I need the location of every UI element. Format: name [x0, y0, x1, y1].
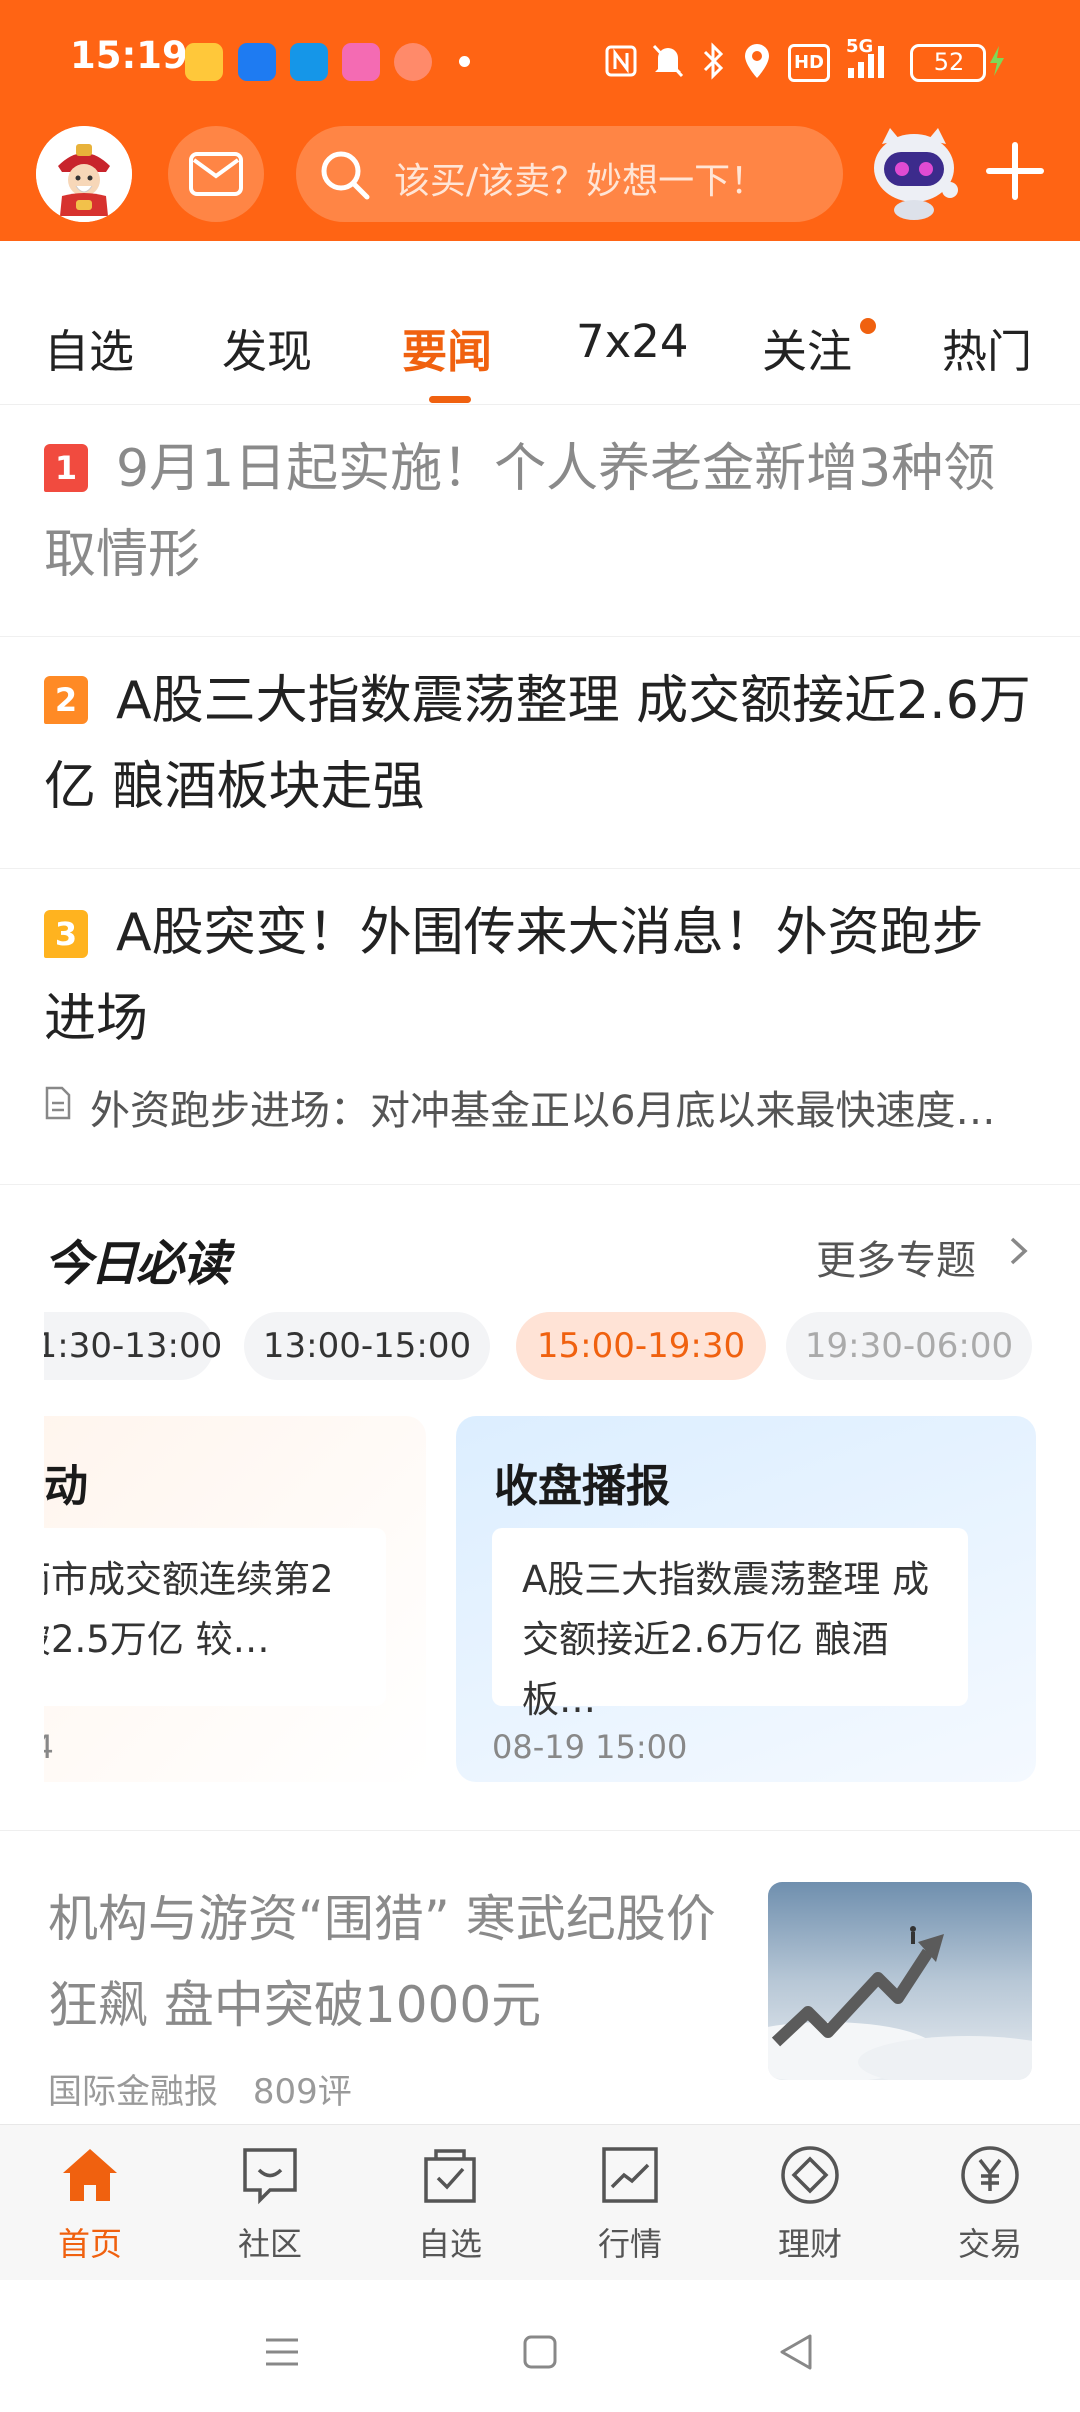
news-title: A股三大指数震荡整理 成交额接近2.6万亿 酿酒板块走强 — [44, 671, 1031, 817]
nav-watchlist[interactable]: 自选 — [360, 2125, 540, 2281]
more-topics-link[interactable]: 更多专题 — [816, 1228, 976, 1286]
search-bar[interactable]: 该买/该卖？妙想一下！ — [296, 126, 843, 222]
nfc-icon — [605, 45, 637, 77]
system-navigation-bar — [0, 2280, 1080, 2412]
search-placeholder: 该买/该卖？妙想一下！ — [394, 161, 767, 202]
news-item[interactable]: 3 A股突变！外围传来大消息！外资跑步进场 外资跑步进场：对冲基金正以6月底以来… — [0, 868, 1080, 1185]
article-thumbnail[interactable] — [768, 1882, 1032, 2080]
menu-icon[interactable] — [264, 2334, 300, 2370]
news-summary: 外资跑步进场：对冲基金正以6月底以来最快速度… — [90, 1088, 996, 1134]
robot-icon — [874, 128, 958, 220]
bottom-navigation: 首页 社区 自选 行情 理财 交易 — [0, 2124, 1080, 2281]
status-time: 15:19 — [70, 34, 188, 77]
time-chip-selected[interactable]: 15:00-19:30 — [516, 1312, 766, 1380]
must-read-cards: 盘中异动 沪深两市成交额连续第2日突破2.5万亿 较… 08-19 14 收盘播… — [44, 1416, 1036, 1782]
nav-label: 首页 — [57, 2225, 122, 2263]
messages-button[interactable] — [168, 126, 264, 222]
notification-app-icon — [342, 43, 380, 81]
chevron-right-icon[interactable] — [1006, 1236, 1032, 1266]
battery-level: 52 — [933, 48, 965, 76]
article-meta: 国际金融报 809评 — [48, 2064, 352, 2113]
article-comments: 809评 — [252, 2072, 352, 2112]
chart-icon — [602, 2147, 658, 2203]
card-text: 沪深两市成交额连续第2日突破2.5万亿 较… — [44, 1558, 334, 1661]
nav-market[interactable]: 行情 — [540, 2125, 720, 2281]
nav-label: 社区 — [237, 2225, 302, 2263]
nav-wealth[interactable]: 理财 — [720, 2125, 900, 2281]
time-slot-chips: 11:30-13:00 13:00-15:00 15:00-19:30 19:3… — [44, 1312, 1036, 1382]
divider — [0, 1830, 1080, 1831]
yen-icon — [961, 2146, 1019, 2204]
bluetooth-icon — [703, 42, 724, 80]
mail-icon — [189, 152, 243, 196]
notification-app-icon — [394, 43, 432, 81]
top-header: 15:19 HD 5G 52 该买/该卖？妙想一下！ — [0, 0, 1080, 241]
article-source: 国际金融报 — [48, 2072, 218, 2112]
location-icon — [745, 44, 769, 78]
card-title: 收盘播报 — [494, 1461, 670, 1512]
home-square-icon[interactable] — [522, 2334, 558, 2370]
tab-discover[interactable]: 发现 — [222, 315, 312, 380]
bag-check-icon — [424, 2149, 476, 2203]
card-title: 盘中异动 — [44, 1461, 88, 1512]
time-chip[interactable]: 13:00-15:00 — [244, 1312, 490, 1380]
card-time: 08-19 14 — [44, 1728, 54, 1766]
card-content: A股三大指数震荡整理 成交额接近2.6万亿 酿酒板… — [492, 1528, 968, 1721]
document-icon — [45, 1086, 71, 1120]
chat-icon — [243, 2148, 297, 2205]
nav-label: 自选 — [417, 2225, 482, 2263]
rising-arrow-image — [768, 1882, 1032, 2080]
tab-watchlist[interactable]: 自选 — [44, 315, 134, 380]
nav-label: 行情 — [597, 2225, 662, 2263]
news-item[interactable]: 2 A股三大指数震荡整理 成交额接近2.6万亿 酿酒板块走强 — [0, 636, 1080, 869]
card-time: 08-19 15:00 — [492, 1728, 688, 1766]
tab-7x24[interactable]: 7x24 — [576, 315, 689, 368]
avatar-god-of-wealth-icon — [36, 126, 132, 222]
active-tab-indicator — [429, 396, 471, 403]
card-content: 沪深两市成交额连续第2日突破2.5万亿 较… — [44, 1528, 386, 1706]
notification-app-icon — [185, 43, 223, 81]
topic-card[interactable]: 收盘播报 A股三大指数震荡整理 成交额接近2.6万亿 酿酒板… 08-19 15… — [456, 1416, 1036, 1782]
more-notifications-dot — [459, 56, 470, 67]
user-avatar[interactable] — [36, 126, 132, 222]
diamond-icon — [781, 2146, 839, 2204]
search-icon — [321, 151, 370, 200]
notification-app-icon — [290, 43, 328, 81]
nav-label: 理财 — [777, 2225, 842, 2263]
article-title[interactable]: 机构与游资“围猎” 寒武纪股价狂飙 盘中突破1000元 — [48, 1876, 728, 2048]
news-title: A股突变！外围传来大消息！外资跑步进场 — [44, 903, 984, 1049]
charging-icon — [990, 46, 1004, 76]
nav-community[interactable]: 社区 — [180, 2125, 360, 2281]
hd-badge: HD — [788, 44, 830, 82]
add-plus-button[interactable] — [985, 141, 1045, 201]
section-title: 今日必读 — [44, 1236, 230, 1292]
news-title: 9月1日起实施！个人养老金新增3种领取情形 — [44, 439, 996, 585]
tab-headlines[interactable]: 要闻 — [402, 315, 492, 380]
time-chip[interactable]: 11:30-13:00 — [44, 1312, 222, 1380]
card-text: A股三大指数震荡整理 成交额接近2.6万亿 酿酒板… — [522, 1558, 930, 1721]
topic-card[interactable]: 盘中异动 沪深两市成交额连续第2日突破2.5万亿 较… 08-19 14 — [44, 1416, 426, 1782]
tab-following[interactable]: 关注 — [762, 315, 852, 380]
back-icon[interactable] — [778, 2332, 814, 2372]
ai-assistant-robot-button[interactable] — [862, 118, 966, 222]
signal-icon — [848, 46, 884, 78]
notification-app-icon — [238, 43, 276, 81]
tab-hot[interactable]: 热门 — [942, 315, 1032, 380]
nav-home[interactable]: 首页 — [0, 2125, 180, 2281]
mute-icon — [652, 44, 684, 78]
nav-trade[interactable]: 交易 — [900, 2125, 1080, 2281]
nav-label: 交易 — [957, 2225, 1022, 2263]
news-item[interactable]: 1 9月1日起实施！个人养老金新增3种领取情形 — [0, 404, 1080, 637]
home-icon — [63, 2149, 117, 2201]
time-chip[interactable]: 19:30-06:00 — [786, 1312, 1032, 1380]
category-tabs: 自选 发现 要闻 7x24 关注 热门 — [0, 241, 1080, 405]
following-unread-dot — [860, 318, 876, 334]
status-bar: 15:19 HD 5G 52 — [0, 0, 1080, 120]
